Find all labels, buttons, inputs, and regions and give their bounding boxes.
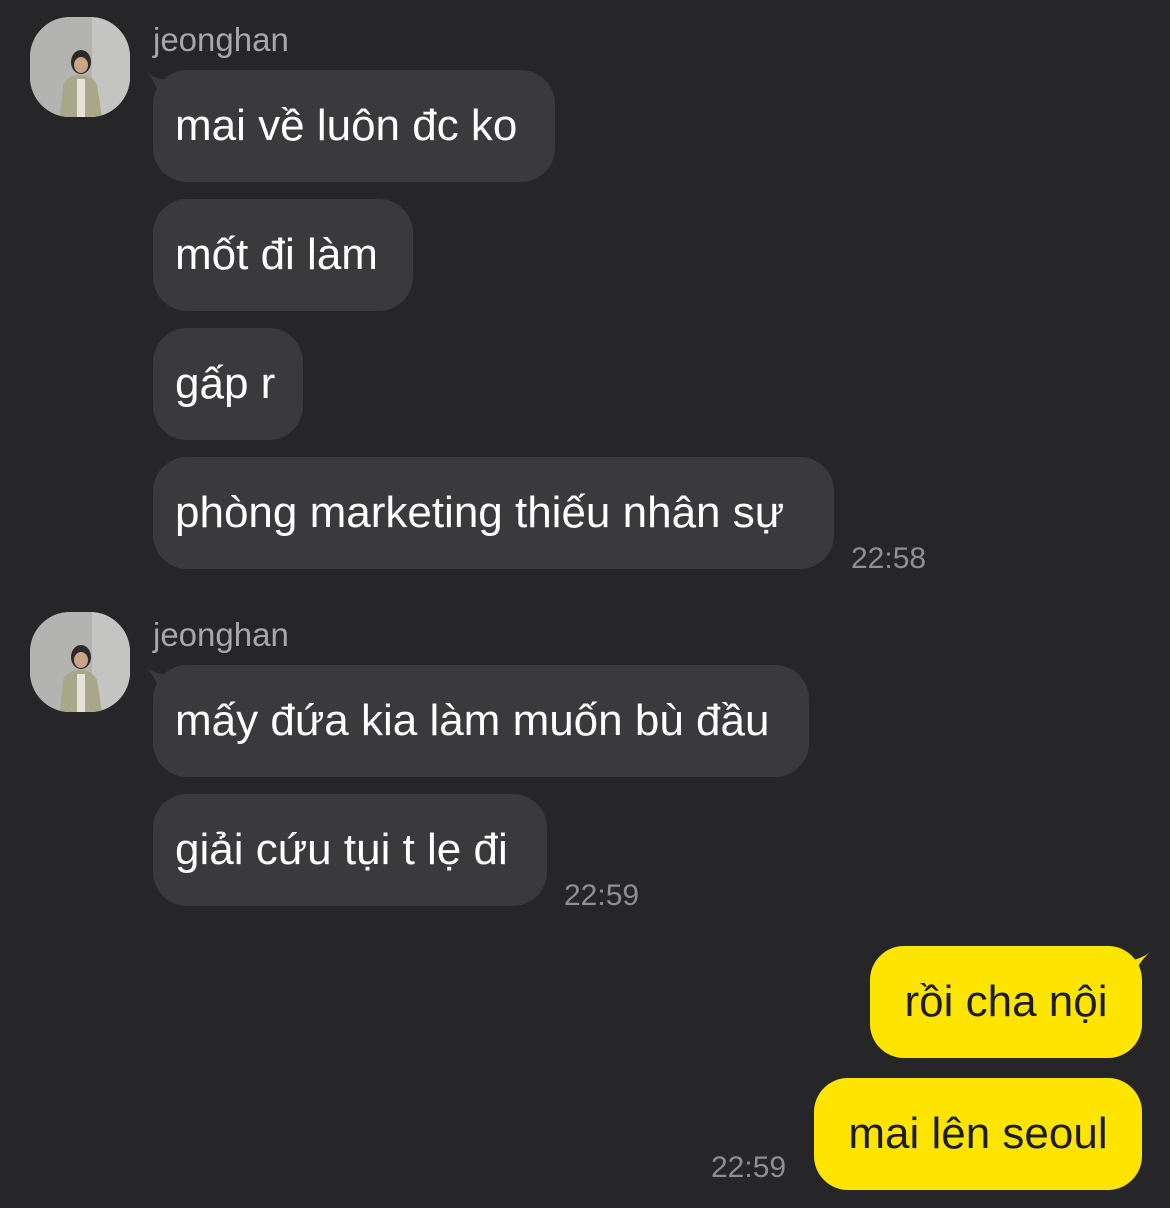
chat-screen: jeonghan mai về luôn đc ko mốt đi làm gấ… xyxy=(0,0,1170,1208)
outgoing-message-bubble[interactable]: mai lên seoul xyxy=(814,1078,1142,1190)
profile-photo-icon xyxy=(30,612,130,712)
outgoing-message-bubble[interactable]: rồi cha nội xyxy=(870,946,1142,1058)
avatar[interactable] xyxy=(30,612,130,712)
message-bubble[interactable]: giải cứu tụi t lẹ đi xyxy=(153,794,547,906)
message-bubble[interactable]: mai về luôn đc ko xyxy=(153,70,555,182)
sender-name: jeonghan xyxy=(153,21,289,58)
sender-name: jeonghan xyxy=(153,616,289,653)
message-timestamp: 22:58 xyxy=(851,542,927,575)
message-bubble[interactable]: phòng marketing thiếu nhân sự xyxy=(153,457,834,569)
avatar[interactable] xyxy=(30,17,130,117)
message-timestamp: 22:59 xyxy=(711,1151,787,1184)
message-bubble[interactable]: mấy đứa kia làm muốn bù đầu xyxy=(153,665,809,777)
message-bubble[interactable]: gấp r xyxy=(153,328,303,440)
profile-photo-icon xyxy=(30,17,130,117)
message-bubble[interactable]: mốt đi làm xyxy=(153,199,413,311)
message-timestamp: 22:59 xyxy=(564,879,640,912)
